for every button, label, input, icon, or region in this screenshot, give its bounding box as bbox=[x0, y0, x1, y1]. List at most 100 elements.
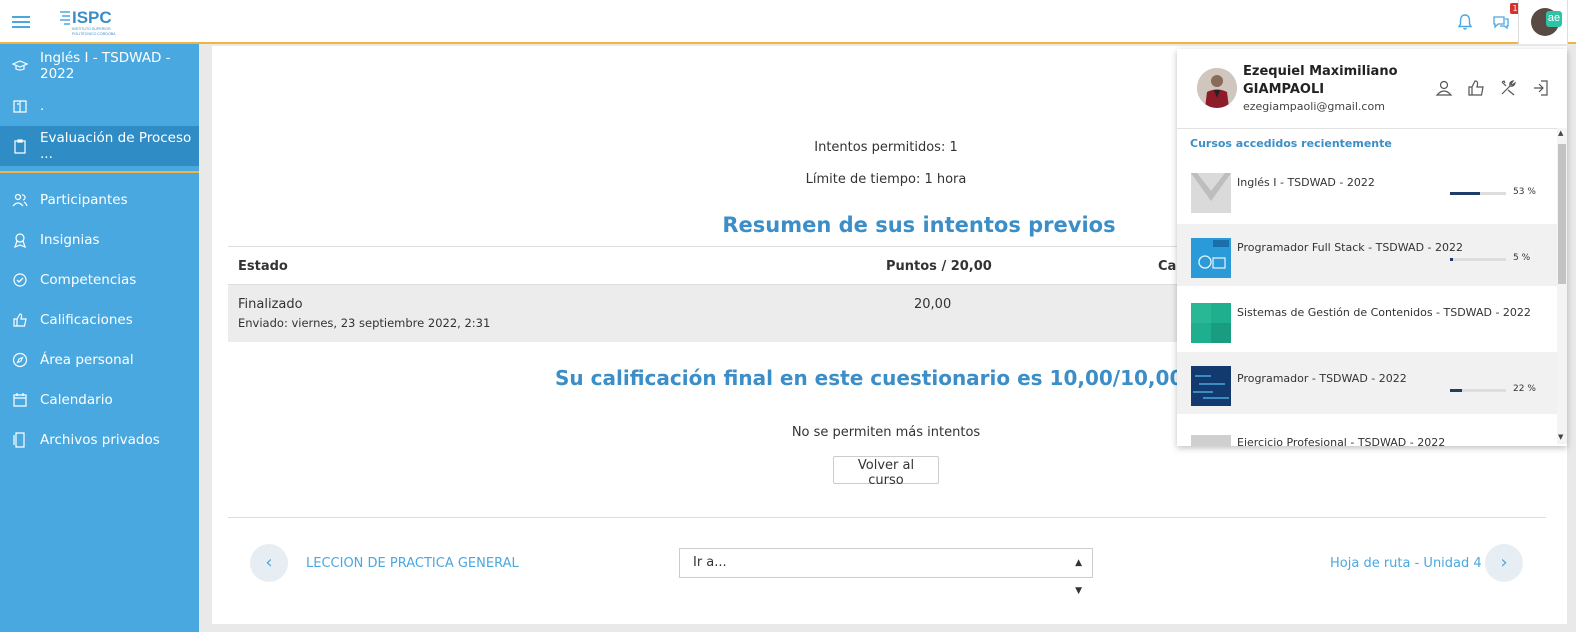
svg-text:ISPC: ISPC bbox=[72, 8, 112, 27]
popover-scrollbar[interactable]: ▲ ▼ bbox=[1557, 128, 1567, 444]
course-progress-bar bbox=[1450, 258, 1506, 261]
recent-course-item[interactable]: Inglés I - TSDWAD - 2022 53 % bbox=[1177, 162, 1557, 224]
course-progress-text: 53 % bbox=[1513, 187, 1536, 197]
prev-activity-button[interactable]: ‹ bbox=[250, 544, 288, 582]
next-activity-link[interactable]: Hoja de ruta - Unidad 4 bbox=[1330, 556, 1482, 571]
row-puntos: 20,00 bbox=[914, 297, 952, 312]
scroll-up-icon[interactable]: ▲ bbox=[1558, 129, 1563, 137]
time-limit: Límite de tiempo: 1 hora bbox=[805, 172, 967, 187]
sidebar-item-label: Calificaciones bbox=[40, 312, 133, 328]
course-progress-fill bbox=[1450, 192, 1480, 195]
scroll-down-icon[interactable]: ▼ bbox=[1558, 433, 1563, 441]
calendar-icon bbox=[13, 393, 27, 407]
sidebar-item-course[interactable]: Inglés I - TSDWAD - 2022 bbox=[0, 46, 199, 86]
sidebar-item-calificaciones[interactable]: Calificaciones bbox=[0, 300, 199, 340]
course-name: Ejercicio Profesional - TSDWAD - 2022 bbox=[1237, 436, 1446, 446]
sidebar-item-label: Competencias bbox=[40, 272, 137, 288]
course-thumbnail bbox=[1191, 303, 1231, 343]
row-enviado: Enviado: viernes, 23 septiembre 2022, 2:… bbox=[238, 316, 491, 330]
back-to-course-button[interactable]: Volver al curso bbox=[833, 456, 939, 488]
sidebar-divider bbox=[0, 171, 199, 173]
content-divider bbox=[228, 517, 1546, 518]
clipboard-icon bbox=[14, 139, 26, 154]
sidebar-item-insignias[interactable]: Insignias bbox=[0, 220, 199, 260]
popover-divider bbox=[1177, 128, 1567, 129]
hamburger-menu-icon[interactable] bbox=[12, 13, 30, 29]
jump-to-select[interactable]: Ir a... ▲ ▼ bbox=[679, 548, 1093, 596]
user-menu-button[interactable]: ae bbox=[1518, 0, 1568, 44]
file-icon bbox=[13, 432, 25, 448]
book-icon bbox=[13, 100, 27, 113]
summary-heading: Resumen de sus intentos previos bbox=[722, 213, 1116, 237]
course-progress-bar bbox=[1450, 192, 1506, 195]
row-estado: Finalizado bbox=[238, 297, 303, 312]
sidebar-item-label: . bbox=[40, 98, 45, 114]
course-thumbnail bbox=[1191, 366, 1231, 406]
sidebar-item-archivos[interactable]: Archivos privados bbox=[0, 420, 199, 460]
logout-icon[interactable] bbox=[1532, 79, 1550, 97]
sidebar-item-section[interactable]: . bbox=[0, 86, 199, 126]
sidebar-item-label: Archivos privados bbox=[40, 432, 160, 448]
sidebar: Inglés I - TSDWAD - 2022 . Evaluación de… bbox=[0, 44, 199, 632]
bell-icon[interactable] bbox=[1455, 12, 1475, 32]
sidebar-item-label: Inglés I - TSDWAD - 2022 bbox=[40, 50, 171, 82]
chevron-right-icon: › bbox=[1500, 552, 1508, 573]
grades-thumbs-up-icon[interactable] bbox=[1467, 79, 1485, 97]
recent-course-item[interactable]: Sistemas de Gestión de Contenidos - TSDW… bbox=[1177, 289, 1557, 351]
course-thumbnail bbox=[1191, 173, 1231, 213]
recent-course-item[interactable]: Ejercicio Profesional - TSDWAD - 2022 bbox=[1177, 415, 1557, 446]
course-name: Inglés I - TSDWAD - 2022 bbox=[1237, 176, 1375, 189]
course-progress-text: 5 % bbox=[1513, 253, 1531, 263]
sidebar-item-label: Participantes bbox=[40, 192, 128, 208]
next-activity-button[interactable]: › bbox=[1485, 544, 1523, 582]
column-header-estado: Estado bbox=[238, 259, 288, 274]
messages-icon[interactable] bbox=[1491, 12, 1511, 32]
sidebar-item-evaluacion[interactable]: Evaluación de Proceso ... bbox=[0, 126, 199, 166]
user-full-name: Ezequiel Maximiliano GIAMPAOLI bbox=[1243, 63, 1398, 99]
course-progress-bar bbox=[1450, 389, 1506, 392]
prev-activity-link[interactable]: LECCION DE PRACTICA GENERAL bbox=[306, 556, 519, 571]
course-progress-fill bbox=[1450, 258, 1453, 261]
graduation-cap-icon bbox=[12, 60, 28, 71]
recent-courses-title: Cursos accedidos recientemente bbox=[1190, 137, 1392, 150]
svg-text:POLITÉCNICO CÓRDOBA: POLITÉCNICO CÓRDOBA bbox=[72, 31, 116, 36]
scrollbar-thumb[interactable] bbox=[1558, 144, 1566, 284]
sidebar-item-competencias[interactable]: Competencias bbox=[0, 260, 199, 300]
chevron-left-icon: ‹ bbox=[265, 552, 273, 573]
recent-course-item[interactable]: Programador Full Stack - TSDWAD - 2022 5… bbox=[1177, 224, 1557, 286]
course-name: Sistemas de Gestión de Contenidos - TSDW… bbox=[1237, 306, 1531, 319]
select-arrows-icon: ▲ ▼ bbox=[1075, 558, 1082, 596]
course-name: Programador Full Stack - TSDWAD - 2022 bbox=[1237, 241, 1464, 254]
sidebar-item-label: Evaluación de Proceso ... bbox=[40, 130, 192, 162]
award-icon bbox=[14, 233, 26, 248]
logo-graphic: ISPC INSTITUTO SUPERIOR POLITÉCNICO CÓRD… bbox=[60, 8, 116, 36]
sidebar-item-label: Insignias bbox=[40, 232, 100, 248]
attempts-allowed: Intentos permitidos: 1 bbox=[814, 140, 958, 155]
sidebar-item-area-personal[interactable]: Área personal bbox=[0, 340, 199, 380]
ispc-logo[interactable]: ISPC INSTITUTO SUPERIOR POLITÉCNICO CÓRD… bbox=[58, 4, 118, 38]
compass-icon bbox=[12, 352, 28, 368]
preferences-tools-icon[interactable] bbox=[1499, 79, 1517, 97]
thumbs-up-icon bbox=[13, 313, 27, 327]
user-email: ezegiampaoli@gmail.com bbox=[1243, 100, 1385, 113]
course-name: Programador - TSDWAD - 2022 bbox=[1237, 372, 1407, 385]
sidebar-item-label: Área personal bbox=[40, 352, 134, 368]
course-thumbnail bbox=[1191, 435, 1231, 446]
user-photo bbox=[1197, 68, 1237, 108]
recent-course-item[interactable]: Programador - TSDWAD - 2022 22 % bbox=[1177, 352, 1557, 414]
check-circle-icon bbox=[13, 273, 27, 287]
user-name-line1: Ezequiel Maximiliano bbox=[1243, 64, 1398, 79]
column-header-puntos: Puntos / 20,00 bbox=[886, 259, 992, 274]
jump-to-value: Ir a... bbox=[693, 555, 727, 570]
no-more-attempts: No se permiten más intentos bbox=[791, 425, 981, 440]
user-menu-popover: Ezequiel Maximiliano GIAMPAOLI ezegiampa… bbox=[1177, 49, 1567, 446]
users-icon bbox=[12, 193, 28, 207]
user-name-line2: GIAMPAOLI bbox=[1243, 82, 1325, 97]
sidebar-item-participantes[interactable]: Participantes bbox=[0, 180, 199, 220]
top-navbar: ISPC INSTITUTO SUPERIOR POLITÉCNICO CÓRD… bbox=[0, 0, 1576, 44]
sidebar-item-calendario[interactable]: Calendario bbox=[0, 380, 199, 420]
profile-icon[interactable] bbox=[1435, 79, 1453, 97]
sidebar-item-label: Calendario bbox=[40, 392, 113, 408]
course-progress-fill bbox=[1450, 389, 1463, 392]
user-avatar bbox=[1197, 68, 1237, 108]
